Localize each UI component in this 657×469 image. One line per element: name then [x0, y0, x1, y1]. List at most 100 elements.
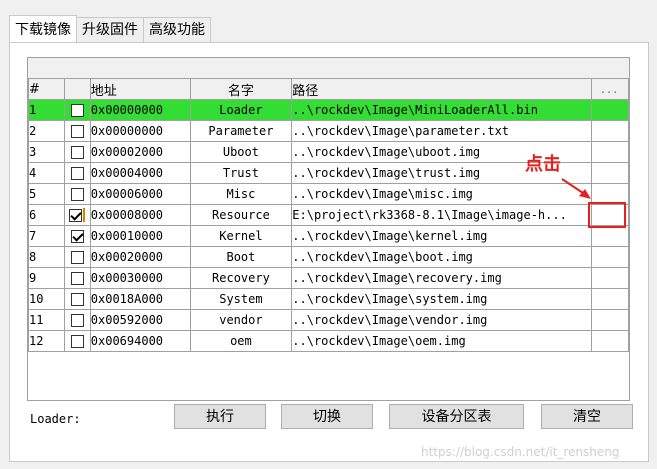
row-number: 3 — [28, 141, 65, 163]
row-path[interactable]: ..\rockdev\Image\system.img — [291, 288, 593, 310]
row-name[interactable]: Recovery — [189, 267, 293, 289]
row-address[interactable]: 0x00002000 — [89, 141, 191, 163]
row-browse-cell[interactable] — [591, 141, 629, 163]
row-checkbox[interactable] — [70, 103, 84, 117]
row-name[interactable]: Parameter — [189, 120, 293, 142]
row-address[interactable]: 0x00694000 — [89, 330, 191, 352]
tab-advanced[interactable]: 高级功能 — [143, 17, 211, 42]
row-checkbox[interactable] — [70, 334, 84, 348]
execute-button[interactable]: 执行 — [174, 404, 266, 429]
row-checkbox-cell — [63, 141, 91, 163]
row-address[interactable]: 0x00030000 — [89, 267, 191, 289]
row-checkbox[interactable] — [70, 271, 84, 285]
row-address[interactable]: 0x00008000 — [89, 204, 191, 226]
row-checkbox[interactable] — [70, 166, 84, 180]
table-row[interactable]: 1 0x00000000 Loader ..\rockdev\Image\MiniLo… — [28, 99, 629, 121]
table-row[interactable]: 9 0x00030000 Recovery ..\rockdev\Image\reco… — [28, 267, 629, 289]
tab-bar: 下载镜像 升级固件 高级功能 — [9, 15, 211, 43]
switch-button[interactable]: 切换 — [281, 404, 373, 429]
loader-status-label: Loader: — [30, 412, 81, 426]
row-checkbox[interactable] — [69, 208, 83, 222]
row-name[interactable]: Boot — [189, 246, 293, 268]
table-row[interactable]: 7 0x00010000 Kernel ..\rockdev\Image\kernel… — [28, 225, 629, 247]
row-path[interactable]: ..\rockdev\Image\misc.img — [291, 183, 593, 205]
row-browse-cell[interactable] — [591, 309, 629, 331]
row-browse-cell[interactable] — [591, 120, 629, 142]
table-row[interactable]: 2 0x00000000 Parameter ..\rockdev\Image\par… — [28, 120, 629, 142]
column-header-address[interactable]: 地址 — [89, 78, 191, 100]
tab-download-image[interactable]: 下载镜像 — [9, 15, 77, 42]
row-path[interactable]: ..\rockdev\Image\oem.img — [291, 330, 593, 352]
row-number: 5 — [28, 183, 65, 205]
annotation-highlight-box — [588, 202, 626, 228]
column-header-path[interactable]: 路径 — [291, 78, 593, 100]
row-browse-cell[interactable] — [591, 246, 629, 268]
row-address[interactable]: 0x00006000 — [89, 183, 191, 205]
row-name[interactable]: System — [189, 288, 293, 310]
row-checkbox[interactable] — [70, 229, 84, 243]
row-name[interactable]: Loader — [189, 99, 293, 121]
row-address[interactable]: 0x00592000 — [89, 309, 191, 331]
row-number: 8 — [28, 246, 65, 268]
row-path[interactable]: ..\rockdev\Image\vendor.img — [291, 309, 593, 331]
row-checkbox[interactable] — [70, 124, 84, 138]
row-path[interactable]: E:\project\rk3368-8.1\Image\image-h... — [291, 204, 593, 226]
row-browse-cell[interactable] — [591, 225, 629, 247]
image-list[interactable]: # 地址 名字 路径 ... 1 0x00000000 Loader ..\rockd… — [27, 57, 630, 401]
row-address[interactable]: 0x0018A000 — [89, 288, 191, 310]
annotation-label: 点击 — [525, 154, 561, 175]
clear-button[interactable]: 清空 — [541, 404, 633, 429]
row-name[interactable]: vendor — [189, 309, 293, 331]
row-number: 7 — [28, 225, 65, 247]
row-address[interactable]: 0x00000000 — [89, 99, 191, 121]
row-number: 9 — [28, 267, 65, 289]
row-name[interactable]: Misc — [189, 183, 293, 205]
row-checkbox-cell — [63, 204, 91, 226]
table-row[interactable]: 11 0x00592000 vendor ..\rockdev\Image\vendo… — [28, 309, 629, 331]
row-checkbox-cell — [63, 330, 91, 352]
table-row[interactable]: 6 0x00008000 Resource E:\project\rk3368-8.1… — [28, 204, 629, 226]
column-header-check[interactable] — [63, 78, 91, 100]
row-number: 2 — [28, 120, 65, 142]
row-name[interactable]: Trust — [189, 162, 293, 184]
row-checkbox[interactable] — [70, 145, 84, 159]
row-name[interactable]: oem — [189, 330, 293, 352]
row-number: 1 — [28, 99, 65, 121]
table-row[interactable]: 12 0x00694000 oem ..\rockdev\Image\oem.img — [28, 330, 629, 352]
row-number: 4 — [28, 162, 65, 184]
row-name[interactable]: Resource — [189, 204, 293, 226]
table-row[interactable]: 10 0x0018A000 System ..\rockdev\Image\syste… — [28, 288, 629, 310]
row-checkbox[interactable] — [70, 313, 84, 327]
column-header-more[interactable]: ... — [591, 78, 629, 100]
row-checkbox-cell — [63, 288, 91, 310]
row-browse-cell[interactable] — [591, 330, 629, 352]
row-address[interactable]: 0x00004000 — [89, 162, 191, 184]
column-header-name[interactable]: 名字 — [189, 78, 293, 100]
row-address[interactable]: 0x00020000 — [89, 246, 191, 268]
row-address[interactable]: 0x00000000 — [89, 120, 191, 142]
tab-upgrade-firmware[interactable]: 升级固件 — [76, 17, 144, 42]
row-checkbox[interactable] — [70, 187, 84, 201]
focus-marker — [83, 208, 86, 222]
row-browse-cell[interactable] — [591, 162, 629, 184]
list-top-strip — [28, 58, 629, 79]
row-name[interactable]: Uboot — [189, 141, 293, 163]
row-checkbox[interactable] — [70, 250, 84, 264]
row-browse-cell[interactable] — [591, 288, 629, 310]
row-path[interactable]: ..\rockdev\Image\kernel.img — [291, 225, 593, 247]
row-browse-cell[interactable] — [591, 99, 629, 121]
partition-table-button[interactable]: 设备分区表 — [389, 404, 524, 429]
row-address[interactable]: 0x00010000 — [89, 225, 191, 247]
table-row[interactable]: 8 0x00020000 Boot ..\rockdev\Image\boot.img — [28, 246, 629, 268]
row-path[interactable]: ..\rockdev\Image\MiniLoaderAll.bin — [291, 99, 593, 121]
row-path[interactable]: ..\rockdev\Image\boot.img — [291, 246, 593, 268]
row-name[interactable]: Kernel — [189, 225, 293, 247]
row-path[interactable]: ..\rockdev\Image\parameter.txt — [291, 120, 593, 142]
row-checkbox[interactable] — [70, 292, 84, 306]
row-checkbox-cell — [63, 183, 91, 205]
row-path[interactable]: ..\rockdev\Image\recovery.img — [291, 267, 593, 289]
table-row[interactable]: 5 0x00006000 Misc ..\rockdev\Image\misc.img — [28, 183, 629, 205]
row-browse-cell[interactable] — [591, 267, 629, 289]
column-header-num[interactable]: # — [28, 78, 65, 100]
row-checkbox-cell — [63, 309, 91, 331]
